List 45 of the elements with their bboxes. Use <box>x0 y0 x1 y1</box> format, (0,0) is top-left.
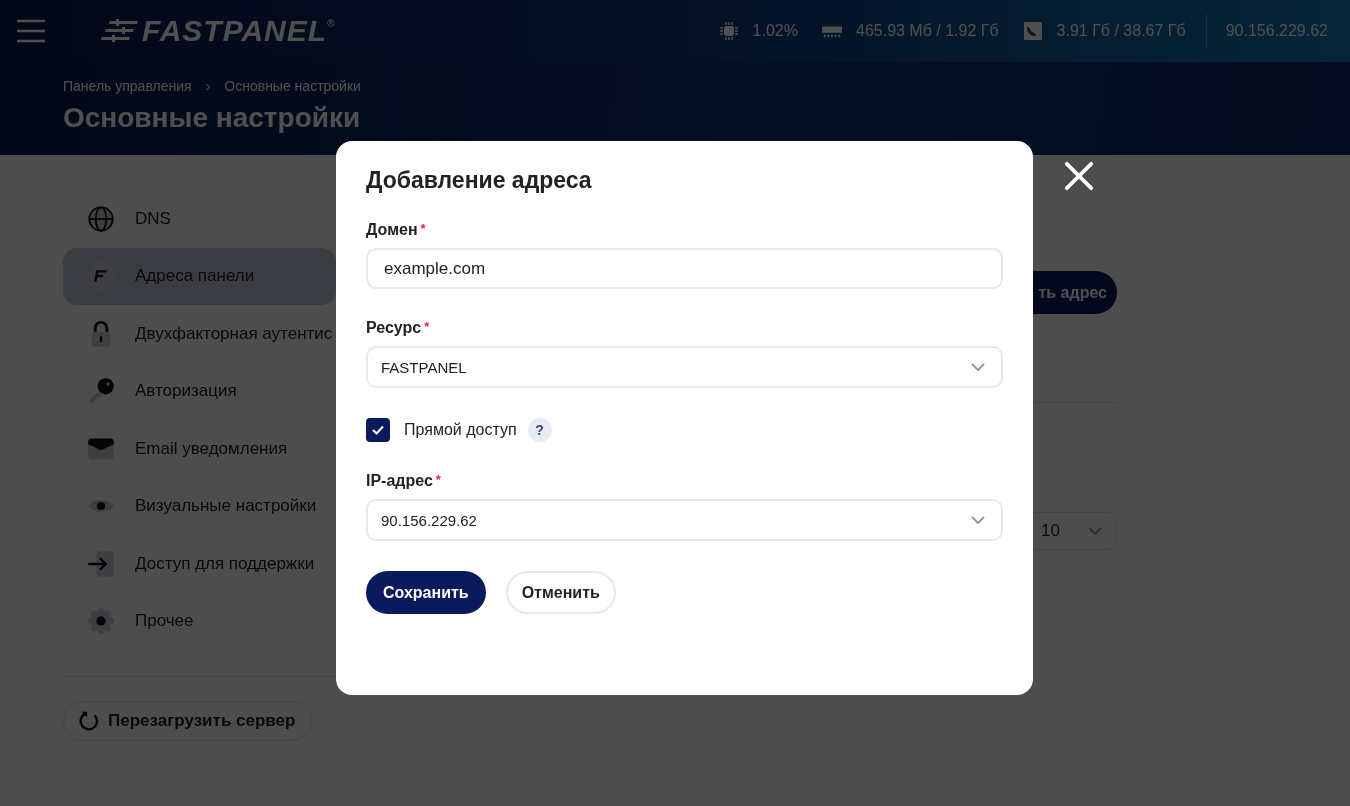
checkmark-icon <box>371 423 385 437</box>
sidebar-item[interactable]: Доступ для поддержки <box>63 535 336 593</box>
domain-input[interactable]: example.com <box>366 248 1003 289</box>
field-label: IP-адрес <box>366 472 433 489</box>
breadcrumb-link[interactable]: Панель управления <box>63 78 192 94</box>
cancel-button[interactable]: Отменить <box>505 571 616 614</box>
sidebar-item[interactable]: DNS <box>63 190 336 248</box>
enter-arrow-icon <box>87 549 115 578</box>
restart-server-button[interactable]: Перезагрузить сервер <box>63 701 313 741</box>
sidebar-item[interactable]: Двухфакторная аутентис <box>63 305 336 363</box>
registered-mark: ® <box>327 18 335 29</box>
logo-icon <box>100 19 140 43</box>
server-ip: 90.156.229.62 <box>1205 14 1328 48</box>
select-field[interactable]: FASTPANEL <box>366 346 1003 388</box>
chevron-down-icon <box>1088 527 1102 535</box>
restart-icon <box>78 710 100 732</box>
sidebar-item[interactable]: Авторизация <box>63 362 336 420</box>
chip-icon <box>718 21 739 41</box>
save-button[interactable]: Сохранить <box>366 571 486 614</box>
page-title: Основные настройки <box>63 102 362 134</box>
gear-icon <box>87 607 115 636</box>
breadcrumb-separator: › <box>205 78 211 94</box>
logo-text: FASTPANEL <box>142 14 328 48</box>
stat-value: 465.93 Мб / 1.92 Гб <box>856 22 999 40</box>
select-field[interactable]: 90.156.229.62 <box>366 499 1003 541</box>
help-badge[interactable]: ? <box>527 418 552 442</box>
checkbox-label[interactable]: Прямой доступ <box>404 421 517 439</box>
key-icon <box>87 377 115 406</box>
field-label: Ресурс <box>366 319 422 336</box>
required-asterisk: * <box>435 472 441 487</box>
checkbox[interactable] <box>366 418 390 442</box>
chevron-down-icon <box>971 516 985 524</box>
stat-value: 3.91 Гб / 38.67 Гб <box>1056 22 1186 40</box>
sidebar-item[interactable]: Email уведомления <box>63 420 336 478</box>
sidebar-item[interactable]: Визуальные настройки <box>63 477 336 535</box>
globe-icon <box>87 204 115 233</box>
breadcrumb-link[interactable]: Основные настройки <box>224 78 361 94</box>
required-asterisk: * <box>424 319 430 334</box>
chevron-down-icon <box>971 363 985 371</box>
sidebar-item[interactable]: Прочее <box>63 592 336 650</box>
dialog-title: Добавление адреса <box>366 167 593 194</box>
required-asterisk: * <box>420 221 426 236</box>
stat-value: 1.02% <box>752 22 798 40</box>
field-label: Домен <box>366 221 418 238</box>
close-icon[interactable] <box>1064 161 1094 191</box>
